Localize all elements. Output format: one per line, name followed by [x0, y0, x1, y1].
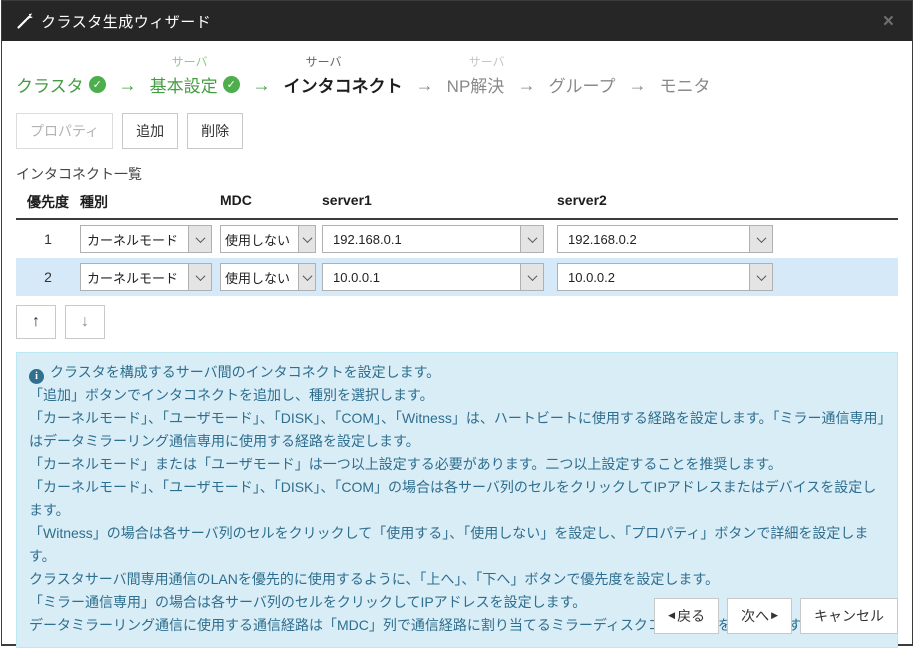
chevron-down-icon	[520, 264, 543, 290]
close-icon[interactable]: ×	[879, 12, 898, 31]
step-label: 基本設定	[150, 72, 218, 97]
titlebar: クラスタ生成ウィザード ×	[2, 1, 912, 41]
arrow-right-icon: →	[403, 75, 447, 100]
col-priority: 優先度	[16, 192, 80, 212]
mdc-select[interactable]: 使用しない	[220, 263, 316, 291]
step-interconnect: サーバ インタコネクト	[284, 53, 403, 100]
info-line: クラスタサーバ間専用通信のLANを優先的に使用するように、「上へ」、「下へ」ボタ…	[29, 568, 885, 591]
col-server2: server2	[557, 192, 776, 212]
move-up-button[interactable]: ↑	[16, 305, 56, 339]
arrow-up-icon: ↑	[32, 313, 40, 331]
type-select[interactable]: カーネルモード	[80, 225, 212, 253]
cluster-wizard-dialog: クラスタ生成ウィザード × クラスタ ✓ → サーバ 基本設定 ✓ →	[1, 0, 913, 646]
chevron-down-icon	[520, 226, 543, 252]
wizard-steps: クラスタ ✓ → サーバ 基本設定 ✓ → サーバ インタコネクト →	[16, 53, 898, 100]
back-button[interactable]: ◀ 戻る	[654, 598, 719, 634]
step-monitor: モニタ	[660, 53, 711, 100]
info-line: 「カーネルモード」、「ユーザモード」、「DISK」、「COM」、「Witness…	[29, 407, 885, 453]
step-sublabel: サーバ	[306, 53, 403, 70]
table-row[interactable]: 2 カーネルモード 使用しない 10.0.0.1 10.0.0.2	[16, 258, 898, 296]
server2-select[interactable]: 192.168.0.2	[557, 225, 773, 253]
server1-select[interactable]: 10.0.0.1	[322, 263, 544, 291]
footer: ◀ 戻る 次へ ▶ キャンセル	[654, 598, 898, 634]
server2-select[interactable]: 10.0.0.2	[557, 263, 773, 291]
priority-value: 1	[16, 231, 80, 247]
chevron-down-icon	[188, 264, 211, 290]
chevron-down-icon	[749, 226, 772, 252]
move-down-button[interactable]: ↓	[65, 305, 105, 339]
priority-value: 2	[16, 269, 80, 285]
step-sublabel: サーバ	[469, 53, 505, 70]
step-label: クラスタ	[16, 72, 84, 97]
type-select[interactable]: カーネルモード	[80, 263, 212, 291]
info-line: 「カーネルモード」、「ユーザモード」、「DISK」、「COM」の場合は各サーバ列…	[29, 476, 885, 522]
dialog-title: クラスタ生成ウィザード	[41, 11, 211, 32]
server1-select[interactable]: 192.168.0.1	[322, 225, 544, 253]
arrow-right-icon: →	[616, 75, 660, 100]
info-line: 「カーネルモード」または「ユーザモード」は一つ以上設定する必要があります。二つ以…	[29, 453, 885, 476]
toolbar: プロパティ 追加 削除	[16, 113, 898, 149]
arrow-right-icon: →	[106, 75, 150, 100]
table-header: 優先度 種別 MDC server1 server2	[16, 192, 898, 220]
arrow-down-icon: ↓	[81, 313, 89, 331]
col-type: 種別	[80, 192, 220, 212]
info-icon: i	[29, 369, 44, 384]
remove-button[interactable]: 削除	[187, 113, 243, 149]
step-label: モニタ	[660, 72, 711, 97]
wand-icon	[16, 13, 33, 30]
reorder-controls: ↑ ↓	[16, 305, 898, 339]
check-circle-icon: ✓	[223, 76, 240, 93]
step-sublabel: サーバ	[172, 53, 240, 70]
step-label: NP解決	[447, 72, 505, 97]
next-button[interactable]: 次へ ▶	[727, 598, 792, 634]
step-sublabel	[682, 53, 711, 70]
arrow-right-icon: →	[240, 75, 284, 100]
col-mdc: MDC	[220, 192, 322, 212]
step-cluster[interactable]: クラスタ ✓	[16, 53, 106, 100]
chevron-down-icon	[188, 226, 211, 252]
step-sublabel	[38, 53, 106, 70]
check-circle-icon: ✓	[89, 76, 106, 93]
step-basic-settings[interactable]: サーバ 基本設定 ✓	[150, 53, 240, 100]
step-label: インタコネクト	[284, 72, 403, 97]
triangle-left-icon: ◀	[668, 610, 675, 621]
info-line: 「追加」ボタンでインタコネクトを追加し、種別を選択します。	[29, 384, 885, 407]
step-label: グループ	[549, 72, 616, 97]
interconnect-list-caption: インタコネクト一覧	[16, 164, 898, 184]
info-line: iクラスタを構成するサーバ間のインタコネクトを設定します。	[29, 361, 885, 384]
step-sublabel	[571, 53, 616, 70]
cancel-button[interactable]: キャンセル	[800, 598, 898, 634]
step-np-resolution: サーバ NP解決	[447, 53, 505, 100]
triangle-right-icon: ▶	[771, 610, 778, 621]
table-row[interactable]: 1 カーネルモード 使用しない 192.168.0.1 192.168.0.2	[16, 220, 898, 258]
add-button[interactable]: 追加	[122, 113, 178, 149]
chevron-down-icon	[298, 264, 315, 290]
mdc-select[interactable]: 使用しない	[220, 225, 316, 253]
step-group: グループ	[549, 53, 616, 100]
chevron-down-icon	[298, 226, 315, 252]
col-server1: server1	[322, 192, 557, 212]
arrow-right-icon: →	[505, 75, 549, 100]
property-button[interactable]: プロパティ	[16, 113, 113, 149]
chevron-down-icon	[749, 264, 772, 290]
info-line: 「Witness」の場合は各サーバ列のセルをクリックして「使用する」、「使用しな…	[29, 522, 885, 568]
